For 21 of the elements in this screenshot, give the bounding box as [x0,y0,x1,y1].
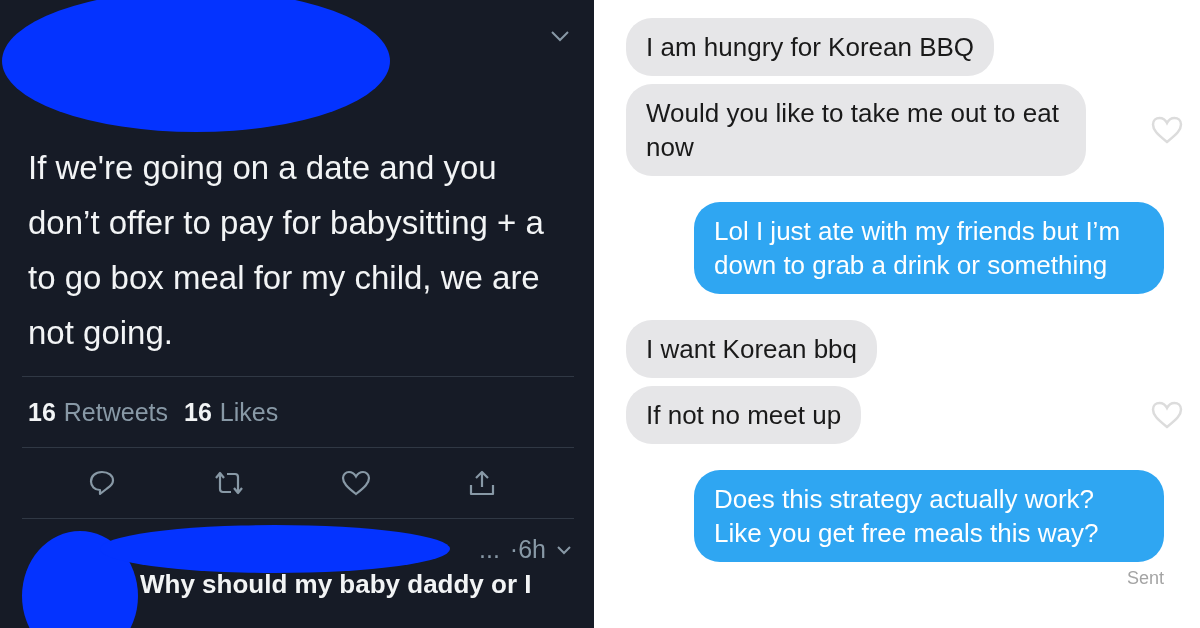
tweet-time: ·6h [509,535,546,564]
chevron-icon[interactable] [550,30,570,42]
reply-text: Why should my baby daddy or I [140,569,532,600]
message-bubble: If not no meet up [626,386,862,444]
message-bubble: I am hungry for Korean BBQ [626,18,995,76]
reply-icon[interactable] [88,469,117,497]
message-bubble: Lol I just ate with my friends but I’m down to grab a drink or something [694,202,1164,294]
retweet-icon[interactable] [212,470,245,496]
stat-count: 16 [184,397,212,427]
message-bubble: Would you like to take me out to eat now [626,84,1086,176]
message-bubble: Does this strategy actually work? Like you get free meals this way? [694,470,1164,562]
tweet-text: If we're going on a date and you don’t offer to pay for babysitting + a to go box meal for my child, we are not going. [28,148,545,353]
share-icon[interactable] [467,469,496,497]
message-bubble: I want Korean bbq [626,320,878,378]
stat-count: 16 [28,397,56,427]
heart-icon[interactable] [341,470,372,496]
stat-label[interactable]: Retweets [63,397,169,427]
name-ellipsis: ... [479,535,500,564]
sent-status: Sent [1126,568,1164,589]
stat-label[interactable]: Likes [219,397,279,427]
chevron-icon[interactable] [556,544,572,555]
